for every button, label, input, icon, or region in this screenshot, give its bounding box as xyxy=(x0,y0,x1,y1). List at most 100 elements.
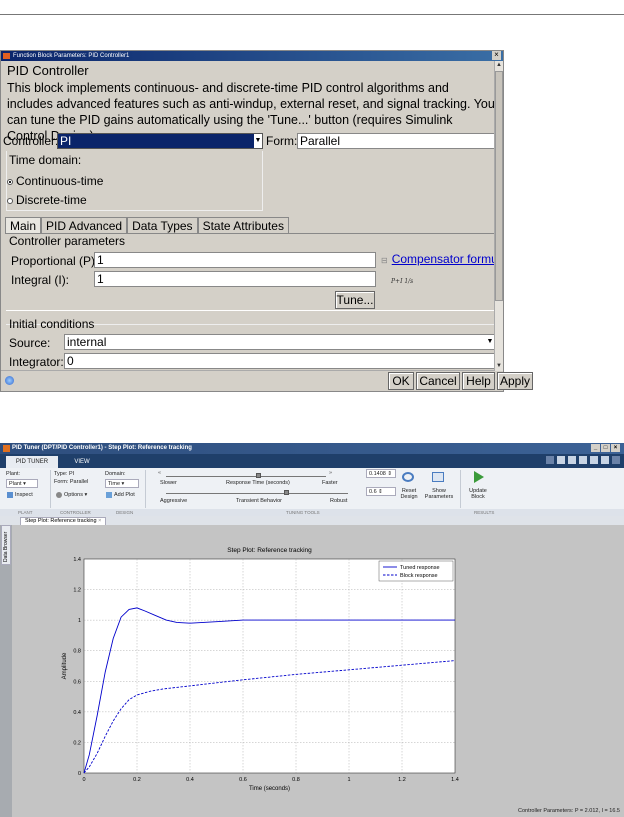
parameter-tabs: Main PID Advanced Data Types State Attri… xyxy=(5,217,289,233)
cancel-button[interactable]: Cancel xyxy=(416,372,460,390)
transient-behavior-knob[interactable] xyxy=(284,490,289,495)
reset-design-button[interactable]: Reset Design xyxy=(398,488,420,502)
faster-label: Faster xyxy=(322,480,338,486)
source-value: internal xyxy=(67,335,107,349)
dialog-body: PID Controller This block implements con… xyxy=(1,61,495,381)
section-design: DESIGN xyxy=(116,510,134,515)
help-button[interactable]: Help xyxy=(462,372,495,390)
show-parameters-button[interactable]: Show Parameters xyxy=(421,488,457,502)
integrator-label: Integrator: xyxy=(9,355,64,369)
ok-button[interactable]: OK xyxy=(388,372,414,390)
compensator-formula-label[interactable]: Compensator formula xyxy=(392,252,495,266)
y-axis-label: Amplitude xyxy=(62,652,68,679)
section-plant: PLANT xyxy=(18,510,33,515)
tab-step-plot[interactable]: Step Plot: Reference tracking × xyxy=(20,517,107,525)
compensator-formula-link[interactable]: ⊟ Compensator formula xyxy=(381,252,495,266)
close-icon[interactable]: × xyxy=(98,518,101,524)
y-tick-label: 1.2 xyxy=(73,588,81,594)
legend-entry: Tuned response xyxy=(400,565,440,571)
close-icon[interactable]: × xyxy=(611,444,620,452)
ribbon-separator xyxy=(50,470,51,508)
slower-chevron-icon[interactable]: « xyxy=(158,470,161,476)
transient-behavior-spinner[interactable]: 0.6 ⇕ xyxy=(366,487,396,496)
redo-icon[interactable] xyxy=(590,456,598,464)
minimize-icon[interactable]: _ xyxy=(591,444,600,452)
tab-data-types[interactable]: Data Types xyxy=(127,217,198,233)
tab-pid-advanced[interactable]: PID Advanced xyxy=(41,217,128,233)
tuner-title-bar: PID Tuner (DPT/PID Controller1) - Step P… xyxy=(0,443,624,454)
continuous-time-label: Continuous-time xyxy=(16,174,104,188)
scroll-up-icon[interactable]: ▲ xyxy=(495,61,503,70)
vertical-scrollbar[interactable]: ▲ ▼ xyxy=(494,61,503,371)
window-controls: _ □ × xyxy=(591,444,620,452)
vertical-scroll-thumb[interactable] xyxy=(495,71,503,301)
data-browser-tab[interactable]: Data Browser xyxy=(1,525,11,565)
update-block-button[interactable]: Update Block xyxy=(464,488,492,502)
form-label: Form: xyxy=(266,134,298,148)
save-icon[interactable] xyxy=(546,456,554,464)
collapse-icon[interactable]: ⊟ xyxy=(381,256,388,265)
y-tick-label: 0.6 xyxy=(73,679,81,685)
transient-behavior-slider[interactable] xyxy=(166,493,348,494)
tune-button[interactable]: Tune... xyxy=(335,291,375,309)
play-icon xyxy=(474,471,484,483)
apply-button[interactable]: Apply xyxy=(497,372,533,390)
response-time-knob[interactable] xyxy=(256,473,261,478)
update-block-icon[interactable] xyxy=(472,471,488,485)
page-top-rule xyxy=(0,14,624,15)
radio-selected-icon[interactable] xyxy=(7,178,13,185)
time-domain-label: Time domain: xyxy=(9,153,82,167)
response-time-slider[interactable] xyxy=(166,476,326,477)
x-tick-label: 1.4 xyxy=(451,777,459,783)
plant-label: Plant: xyxy=(6,471,21,477)
simulink-app-icon xyxy=(3,53,10,59)
paste-icon[interactable] xyxy=(568,456,576,464)
domain-select[interactable]: Time ▾ xyxy=(105,479,139,488)
faster-chevron-icon[interactable]: » xyxy=(329,470,332,476)
tab-pid-tuner[interactable]: PID TUNER xyxy=(6,456,58,468)
undo-icon[interactable] xyxy=(579,456,587,464)
scroll-down-icon[interactable]: ▼ xyxy=(495,362,503,371)
copy-icon[interactable] xyxy=(557,456,565,464)
document-tab-bar: Step Plot: Reference tracking × xyxy=(0,516,624,525)
show-parameters-icon[interactable] xyxy=(430,472,448,484)
dialog-title-bar: Function Block Parameters: PID Controlle… xyxy=(1,51,503,61)
discrete-time-radio[interactable]: Discrete-time xyxy=(7,193,87,207)
controller-select[interactable]: PI ▼ xyxy=(57,133,263,149)
maximize-icon[interactable]: □ xyxy=(601,444,610,452)
help-icon[interactable] xyxy=(612,456,620,464)
radio-unselected-icon[interactable] xyxy=(7,197,13,204)
continuous-time-radio[interactable]: Continuous-time xyxy=(7,174,103,188)
source-select[interactable]: internal ▼ xyxy=(64,334,495,350)
response-time-spinner[interactable]: 0.1408 ⇕ xyxy=(366,469,396,478)
y-tick-label: 0.2 xyxy=(73,740,81,746)
chevron-down-icon[interactable]: ▼ xyxy=(486,335,494,349)
integrator-input[interactable]: 0 xyxy=(64,353,495,369)
chevron-down-icon[interactable]: ▼ xyxy=(254,134,262,148)
tab-main[interactable]: Main xyxy=(5,217,42,233)
inspect-button[interactable]: Inspect xyxy=(5,491,35,500)
x-tick-label: 0.8 xyxy=(292,777,300,783)
tab-view[interactable]: VIEW xyxy=(62,456,102,468)
tab-state-attributes[interactable]: State Attributes xyxy=(197,217,289,233)
pid-tuner-window: PID Tuner (DPT/PID Controller1) - Step P… xyxy=(0,443,624,817)
section-controller: CONTROLLER xyxy=(60,510,91,515)
aggressive-label: Aggressive xyxy=(160,498,188,504)
section-results: RESULTS xyxy=(474,510,495,515)
proportional-input[interactable]: 1 xyxy=(94,252,376,268)
plant-select[interactable]: Plant ▾ xyxy=(6,479,38,488)
close-icon[interactable]: × xyxy=(492,51,501,60)
integral-input[interactable]: 1 xyxy=(94,271,376,287)
ribbon-separator xyxy=(460,470,461,508)
reset-design-icon[interactable] xyxy=(400,472,418,484)
data-browser-label: Data Browser xyxy=(3,531,9,562)
options-label: Options xyxy=(64,492,83,498)
form-select[interactable]: Parallel xyxy=(297,133,495,149)
options-button[interactable]: Options ▾ xyxy=(54,491,89,500)
y-tick-label: 1 xyxy=(78,618,81,624)
transient-behavior-label: Transient Behavior xyxy=(236,498,282,504)
add-plot-button[interactable]: Add Plot xyxy=(104,491,137,500)
switch-icon[interactable] xyxy=(601,456,609,464)
help-icon[interactable] xyxy=(5,376,14,385)
function-block-parameters-dialog: Function Block Parameters: PID Controlle… xyxy=(0,50,533,392)
